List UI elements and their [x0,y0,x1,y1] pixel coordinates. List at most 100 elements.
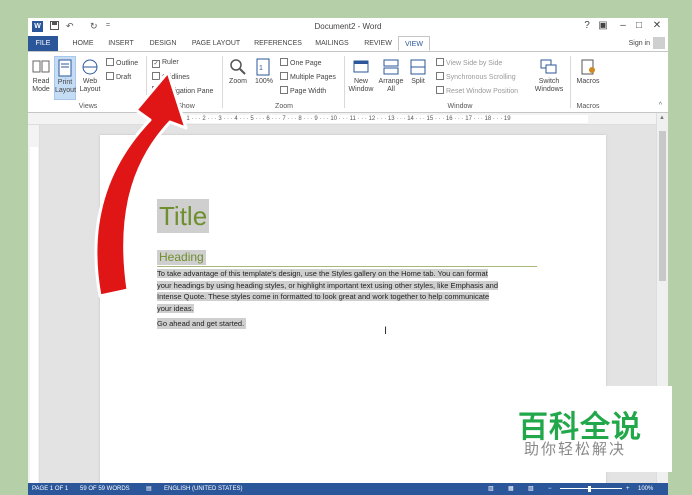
zoom-out-icon[interactable]: − [548,483,552,495]
word-count-status[interactable]: 59 OF 59 WORDS [80,483,130,495]
zoom-slider[interactable] [560,488,622,489]
tab-references[interactable]: REFERENCES [250,36,306,51]
avatar[interactable] [653,37,665,49]
sign-in-link[interactable]: Sign in [629,36,650,51]
ribbon-view: Read Mode Print Layout Web Layout Outlin… [28,51,668,113]
tab-page-layout[interactable]: PAGE LAYOUT [188,36,244,51]
zoom-slider-thumb[interactable] [588,486,591,492]
outline-icon [106,58,114,66]
zoom-in-icon[interactable]: + [626,483,630,495]
document-title[interactable]: Title [157,199,210,233]
paragraph-line: To take advantage of this template's des… [157,269,488,278]
new-window-button[interactable]: New Window [346,58,376,94]
zoom-magnifier-icon [230,59,246,75]
document-paragraph[interactable]: To take advantage of this template's des… [157,268,539,314]
vertical-ruler[interactable] [28,125,40,483]
proofing-icon[interactable]: ▤ [146,483,152,495]
page-count-status[interactable]: PAGE 1 OF 1 [32,483,68,495]
split-label: Split [411,78,425,85]
zoom-label: Zoom [229,78,247,85]
macros-label: Macros [576,78,600,85]
multiple-pages-button[interactable]: Multiple Pages [280,72,336,82]
show-group-label: Show [177,103,195,110]
paragraph-line: your ideas. [157,303,194,313]
macros-button[interactable]: Macros [574,58,602,86]
svg-text:1: 1 [259,65,263,72]
web-layout-view-icon[interactable]: ▧ [528,483,534,495]
outline-label: Outline [116,60,139,67]
web-layout-icon [82,59,98,75]
tab-insert[interactable]: INSERT [104,36,138,51]
gridlines-checkbox[interactable]: Gridlines [152,72,190,82]
paragraph-line: your headings by using heading styles, o… [157,280,499,290]
horizontal-ruler[interactable]: · 2 · 1 · · · 1 · · · 2 · · · 3 · · · 4 … [28,113,668,125]
synchronous-scrolling-icon [436,72,444,80]
document-paragraph-2[interactable]: Go ahead and get started. [157,318,247,329]
print-layout-view-icon[interactable]: ▦ [508,483,514,495]
read-mode-view-icon[interactable]: ▥ [488,483,494,495]
draft-button[interactable]: Draft [106,72,131,82]
collapse-ribbon-icon[interactable]: ^ [659,102,662,109]
macros-group-label: Macros [576,103,600,110]
ribbon-display-options-button[interactable]: ▣ [596,20,610,31]
web-layout-button[interactable]: Web Layout [78,58,102,94]
switch-windows-icon [540,59,557,74]
tab-file[interactable]: FILE [28,36,58,51]
close-button[interactable]: ✕ [650,20,664,31]
page-width-label: Page Width [290,88,327,95]
multiple-pages-icon [280,72,288,80]
window-title: Document2 - Word [314,22,382,31]
window-group-label: Window [447,103,473,110]
minimize-button[interactable]: – [616,20,630,31]
switch-windows-label: Switch Windows [534,78,564,93]
view-side-by-side-button[interactable]: View Side by Side [436,58,502,68]
help-button[interactable]: ? [580,20,594,31]
reset-window-position-label: Reset Window Position [446,88,518,95]
tab-review[interactable]: REVIEW [360,36,396,51]
zoom-button[interactable]: Zoom [226,58,250,86]
draft-icon [106,72,114,80]
zoom-100-button[interactable]: 1 100% [252,58,276,86]
one-page-button[interactable]: One Page [280,58,322,68]
group-separator [222,56,223,108]
switch-windows-button[interactable]: Switch Windows [532,58,566,94]
view-side-by-side-icon [436,58,444,66]
new-window-label: New Window [348,78,374,93]
vertical-ruler-track [30,147,38,483]
print-layout-button[interactable]: Print Layout [54,56,76,100]
read-mode-label: Read Mode [32,78,50,93]
maximize-button[interactable]: □ [632,20,646,31]
scroll-up-icon[interactable]: ▲ [659,115,665,121]
tab-mailings[interactable]: MAILINGS [310,36,354,51]
view-side-by-side-label: View Side by Side [446,60,503,67]
navigation-pane-label: Navigation Pane [162,88,214,95]
zoom-level[interactable]: 100% [638,483,653,495]
synchronous-scrolling-button[interactable]: Synchronous Scrolling [436,72,516,82]
scroll-thumb[interactable] [659,131,666,281]
ruler-checkbox[interactable]: ✓ Ruler [152,58,179,68]
title-bar: W ↶ ↻ = Document2 - Word ? ▣ – □ ✕ [28,18,668,36]
language-status[interactable]: ENGLISH (UNITED STATES) [164,483,242,495]
zoom-group-label: Zoom [275,103,293,110]
split-button[interactable]: Split [406,58,430,86]
group-separator [570,56,571,108]
read-mode-icon [32,60,50,73]
navigation-pane-check-icon [152,86,160,94]
reset-window-position-button[interactable]: Reset Window Position [436,86,518,96]
watermark: 百科全说 助你轻松解决 [502,386,672,472]
navigation-pane-checkbox[interactable]: Navigation Pane [152,86,213,96]
outline-button[interactable]: Outline [106,58,138,68]
arrange-all-label: Arrange All [378,78,404,93]
multiple-pages-label: Multiple Pages [290,74,336,81]
arrange-all-button[interactable]: Arrange All [376,58,406,94]
ruler-ticks: · 2 · 1 · · · 1 · · · 2 · · · 3 · · · 4 … [158,115,588,123]
tab-view[interactable]: VIEW [398,36,430,51]
gridlines-label: Gridlines [162,74,190,81]
read-mode-button[interactable]: Read Mode [30,58,52,94]
tab-design[interactable]: DESIGN [144,36,182,51]
page-width-button[interactable]: Page Width [280,86,326,96]
document-heading[interactable]: Heading [157,250,206,265]
tab-home[interactable]: HOME [66,36,100,51]
web-layout-label: Web Layout [79,78,101,93]
views-group-label: Views [78,103,98,110]
